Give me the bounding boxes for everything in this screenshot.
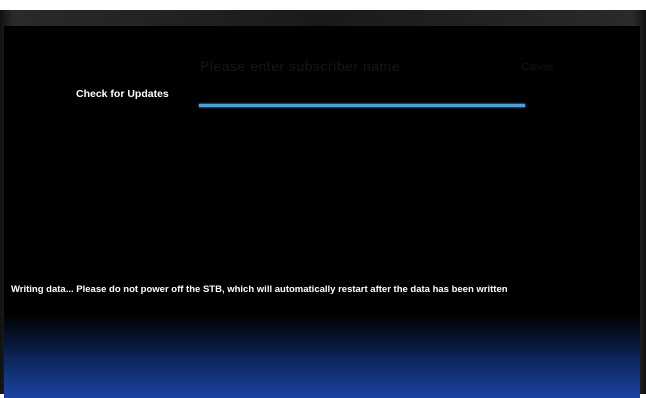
update-progress-fill <box>199 104 525 107</box>
faded-cancel-label: Cancel <box>522 62 554 73</box>
stb-screen: Please enter subscriber name Cancel Chec… <box>4 26 640 398</box>
status-message: Writing data... Please do not power off … <box>11 284 508 295</box>
update-progress-bar <box>199 104 525 107</box>
faded-dialog-title: Please enter subscriber name <box>200 58 400 74</box>
page-title: Check for Updates <box>76 88 169 100</box>
bottom-glow-band <box>4 314 640 398</box>
tv-frame: Please enter subscriber name Cancel Chec… <box>0 10 646 398</box>
